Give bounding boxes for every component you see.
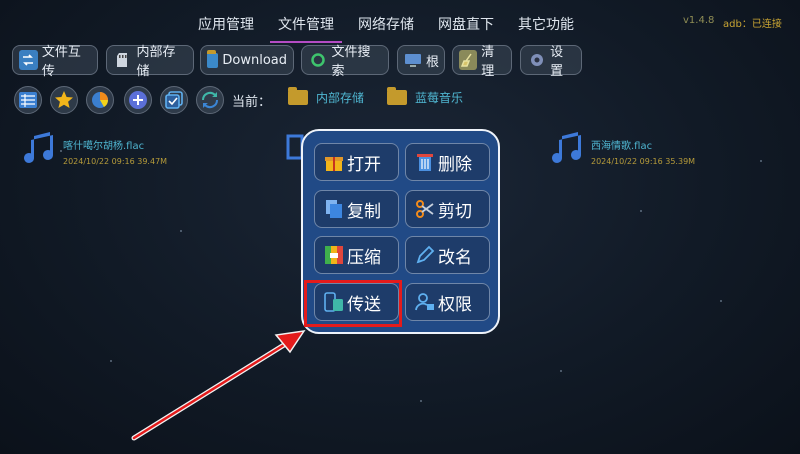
annotation-arrow [131,330,306,441]
